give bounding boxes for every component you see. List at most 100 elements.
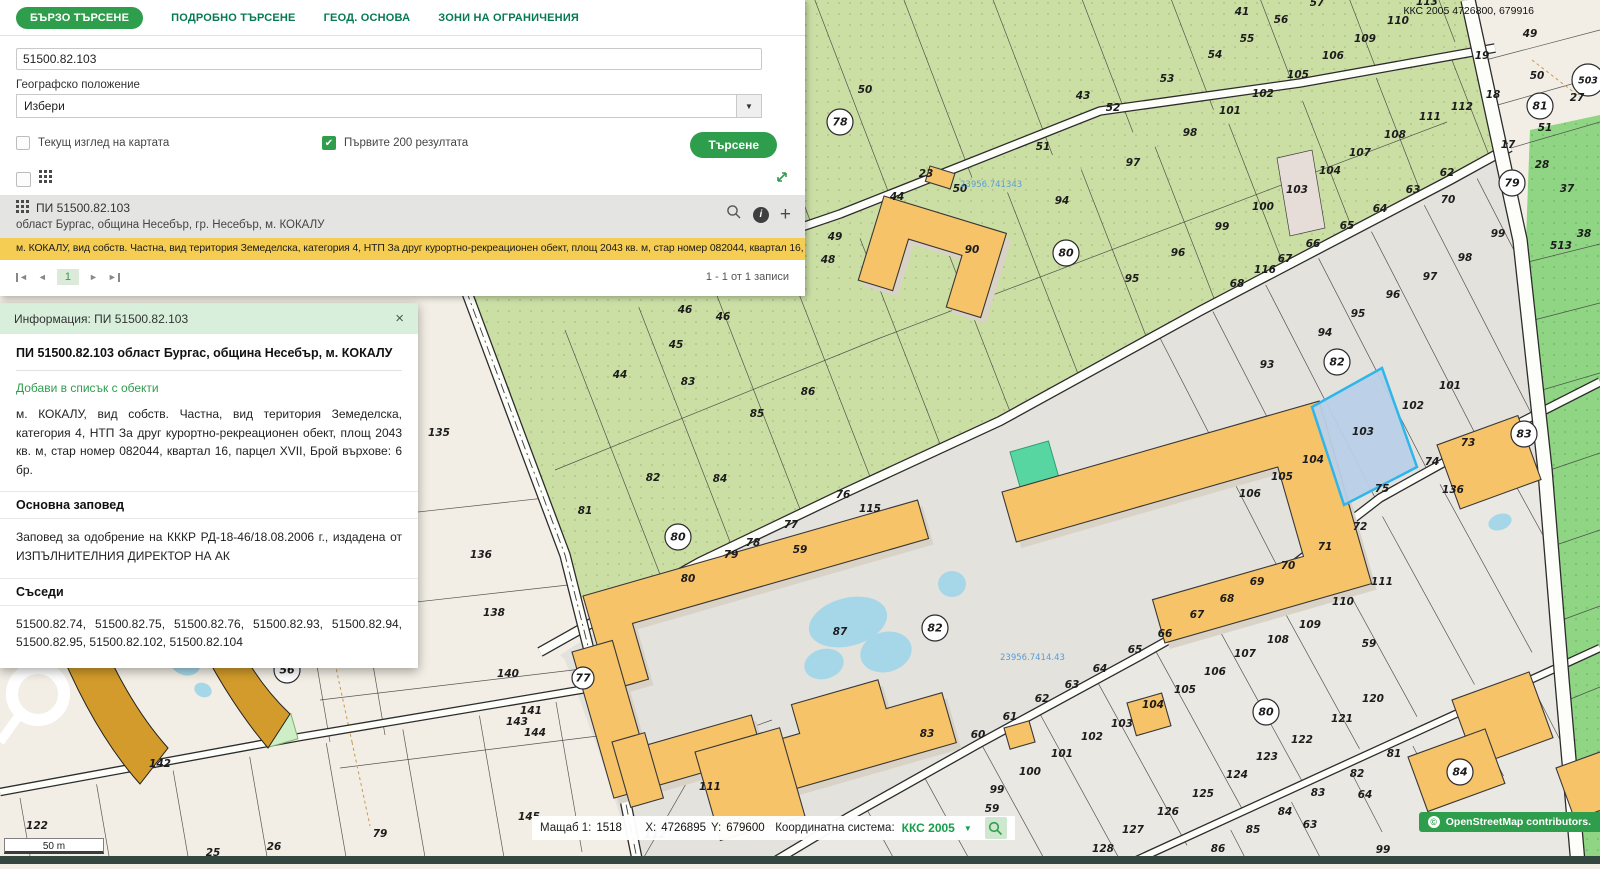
parcel-label: 100 — [1019, 766, 1041, 778]
parcel-label: 62 — [1035, 693, 1050, 705]
parcel-label: 104 — [1302, 454, 1324, 466]
crs-value[interactable]: ККС 2005 — [902, 821, 955, 835]
parcel-label: 67 — [1278, 253, 1293, 265]
close-icon[interactable]: × — [395, 311, 404, 326]
result-details-highlight[interactable]: м. КОКАЛУ, вид собств. Частна, вид терит… — [0, 238, 805, 260]
geo-location-select[interactable]: Избери ▼ — [16, 94, 762, 118]
parcel-label: 51 — [1036, 141, 1051, 153]
neighbors-list: 51500.82.74, 51500.82.75, 51500.82.76, 5… — [16, 615, 402, 652]
y-value[interactable]: 679600 — [726, 822, 770, 834]
parcel-label: 99 — [990, 784, 1005, 796]
x-label: X: — [645, 822, 656, 834]
parcel-label: 81 — [1387, 748, 1402, 760]
search-input[interactable] — [16, 48, 762, 70]
osm-attribution[interactable]: © OpenStreetMap contributors. — [1419, 812, 1600, 832]
parcel-label: 44 — [889, 191, 905, 203]
parcel-label: 49 — [827, 231, 843, 243]
info-icon[interactable]: i — [753, 207, 769, 223]
parcel-label: 23 — [919, 168, 934, 180]
grid-icon — [16, 200, 29, 216]
result-row[interactable]: ПИ 51500.82.103 област Бургас, община Не… — [0, 195, 805, 238]
parcel-label: 96 — [1171, 247, 1186, 259]
parcel-label: 63 — [1065, 679, 1080, 691]
tab-detailed-search[interactable]: ПОДРОБНО ТЪРСЕНЕ — [171, 7, 295, 29]
geo-location-value: Избери — [17, 99, 65, 113]
parcel-label: 41 — [1234, 6, 1250, 18]
coordinate-search-button[interactable] — [985, 817, 1007, 839]
svg-text:77: 77 — [575, 672, 591, 685]
parcel-label: 85 — [1246, 824, 1261, 836]
parcel-label: 106 — [1204, 666, 1226, 678]
parcel-label: 37 — [1560, 183, 1575, 195]
current-page[interactable]: 1 — [57, 269, 79, 285]
parcel-label: 102 — [1081, 731, 1103, 743]
parcel-label: 136 — [1442, 484, 1464, 496]
pagination-summary: 1 - 1 от 1 записи — [706, 271, 789, 283]
parcel-label: 78 — [746, 537, 761, 549]
parcel-label: 54 — [1208, 49, 1223, 61]
add-to-list-link[interactable]: Добави в списък с обекти — [16, 381, 402, 395]
parcel-label: 144 — [524, 727, 546, 739]
add-icon[interactable]: + — [780, 208, 791, 222]
expand-results-icon[interactable] — [775, 170, 789, 189]
chevron-down-icon[interactable]: ▼ — [964, 824, 972, 833]
scale-value[interactable]: 1518 — [596, 822, 640, 834]
svg-text:78: 78 — [832, 116, 848, 129]
current-view-checkbox[interactable] — [16, 136, 30, 150]
parcel-label: 121 — [1331, 713, 1353, 725]
tab-geodetic-basis[interactable]: ГЕОД. ОСНОВА — [324, 7, 411, 29]
parcel-label: 59 — [793, 544, 808, 556]
zoom-to-result-icon[interactable] — [726, 204, 742, 225]
parcel-label: 79 — [724, 549, 739, 561]
parcel-label: 110 — [1332, 596, 1354, 608]
parcel-label: 63 — [1406, 184, 1421, 196]
parcel-label: 84 — [1278, 806, 1293, 818]
parcel-label: 104 — [1319, 165, 1341, 177]
parcel-label: 59 — [985, 803, 1000, 815]
x-value[interactable]: 4726895 — [661, 822, 706, 834]
prev-page-button[interactable]: ◄ — [38, 272, 47, 282]
svg-text:82: 82 — [1329, 356, 1345, 369]
parcel-label: 101 — [1219, 105, 1241, 117]
svg-text:80: 80 — [670, 531, 686, 544]
tab-restriction-zones[interactable]: ЗОНИ НА ОГРАНИЧЕНИЯ — [438, 7, 579, 29]
parcel-label: 125 — [1192, 788, 1214, 800]
chevron-down-icon[interactable]: ▼ — [736, 95, 761, 117]
parcel-label: 19 — [1475, 50, 1490, 62]
parcel-label: 64 — [1093, 663, 1108, 675]
parcel-label: 99 — [1215, 221, 1230, 233]
svg-text:503: 503 — [1578, 76, 1598, 87]
grid-icon — [39, 170, 52, 188]
parcel-label: 56 — [1274, 14, 1289, 26]
scheme-id-label: 23956.7414.43 — [1000, 653, 1065, 663]
select-all-checkbox[interactable] — [16, 172, 31, 187]
parcel-label: 27 — [1570, 92, 1585, 104]
parcel-label: 85 — [750, 408, 765, 420]
parcel-label: 94 — [1055, 195, 1070, 207]
parcel-label: 102 — [1252, 88, 1274, 100]
parcel-label: 122 — [1291, 734, 1313, 746]
parcel-label: 68 — [1220, 593, 1235, 605]
parcel-label: 107 — [1349, 147, 1372, 159]
next-page-button[interactable]: ► — [89, 272, 98, 282]
parcel-label: 99 — [1491, 228, 1506, 240]
parcel-label: 62 — [1440, 167, 1455, 179]
parcel-label: 136 — [470, 549, 492, 561]
search-button[interactable]: Търсене — [690, 132, 777, 158]
parcel-label: 48 — [820, 254, 836, 266]
parcel-label: 28 — [1535, 159, 1550, 171]
bottom-edge-bar — [0, 856, 1600, 864]
parcel-label: 60 — [971, 729, 986, 741]
search-panel: БЪРЗО ТЪРСЕНЕ ПОДРОБНО ТЪРСЕНЕ ГЕОД. ОСН… — [0, 0, 805, 296]
first-page-button[interactable]: ◄ — [16, 272, 28, 282]
parcel-label: 73 — [1461, 437, 1476, 449]
tab-quick-search[interactable]: БЪРЗО ТЪРСЕНЕ — [16, 7, 143, 29]
parcel-label: 99 — [1376, 844, 1391, 856]
first-200-checkbox[interactable]: ✔ — [322, 136, 336, 150]
parcel-label: 105 — [1174, 684, 1196, 696]
parcel-label: 75 — [1375, 483, 1390, 495]
last-page-button[interactable]: ► — [108, 272, 120, 282]
parcel-label: 109 — [1299, 619, 1321, 631]
parcel-label: 87 — [833, 626, 848, 638]
parcel-label: 68 — [1230, 278, 1245, 290]
